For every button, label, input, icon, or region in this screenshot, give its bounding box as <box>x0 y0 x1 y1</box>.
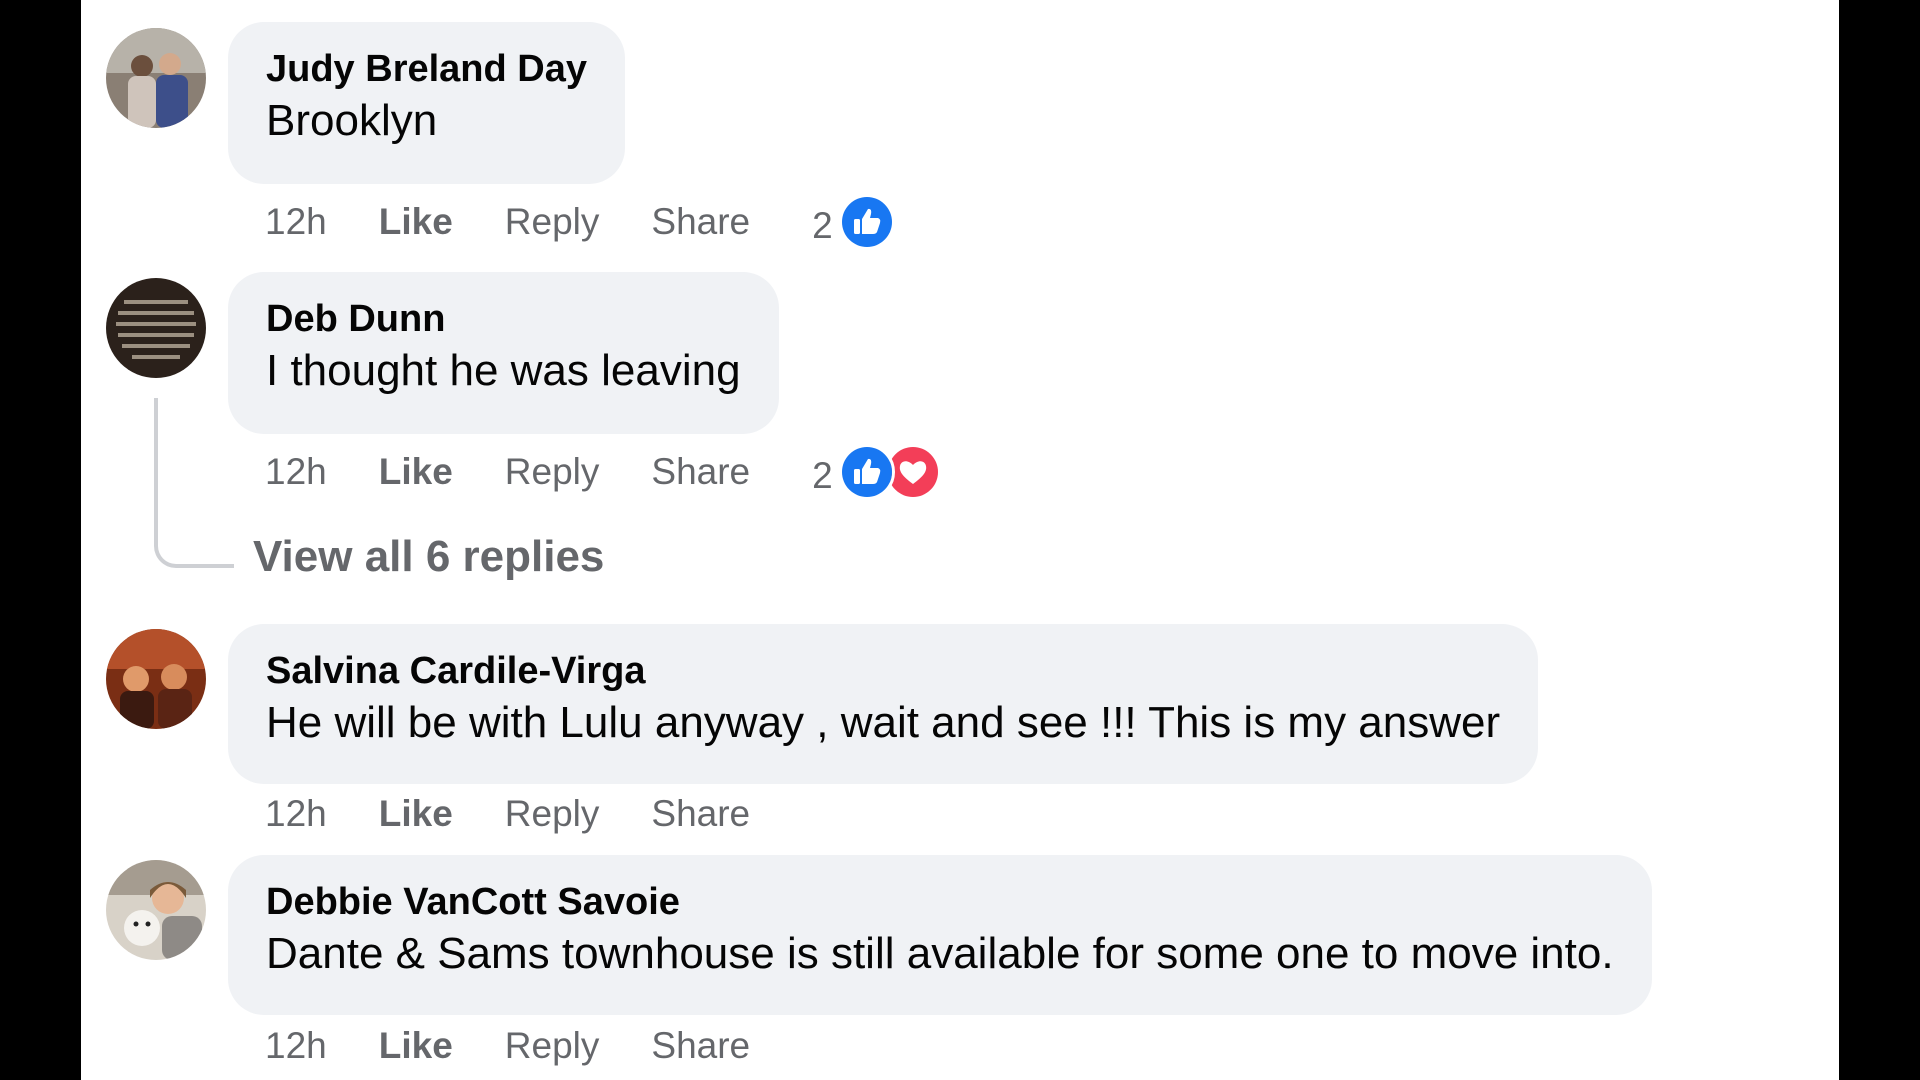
comment-timestamp[interactable]: 12h <box>265 451 327 493</box>
like-button[interactable]: Like <box>379 1025 453 1067</box>
reply-button[interactable]: Reply <box>505 201 600 243</box>
avatar[interactable] <box>106 28 206 128</box>
like-icon <box>838 194 895 250</box>
share-button[interactable]: Share <box>651 201 750 243</box>
comment-bubble: Debbie VanCott Savoie Dante & Sams townh… <box>228 855 1652 1015</box>
reply-button[interactable]: Reply <box>505 451 600 493</box>
like-button[interactable]: Like <box>379 793 453 835</box>
reaction-count: 2 <box>812 455 833 496</box>
share-button[interactable]: Share <box>651 793 750 835</box>
comment-bubble: Deb Dunn I thought he was leaving <box>228 272 779 434</box>
share-button[interactable]: Share <box>651 1025 750 1067</box>
comment-actions: 12h Like Reply Share <box>265 789 802 839</box>
share-button[interactable]: Share <box>651 451 750 493</box>
comment-bubble: Judy Breland Day Brooklyn <box>228 22 625 184</box>
like-icon <box>838 444 895 500</box>
comment-timestamp[interactable]: 12h <box>265 793 327 835</box>
comments-panel: Judy Breland Day Brooklyn 12h Like Reply… <box>81 0 1839 1080</box>
view-replies-link[interactable]: View all 6 replies <box>253 532 604 582</box>
reaction-summary[interactable]: 2 <box>812 444 941 500</box>
avatar[interactable] <box>106 860 206 960</box>
comment-actions: 12h Like Reply Share 2 <box>265 194 895 250</box>
comment-timestamp[interactable]: 12h <box>265 1025 327 1067</box>
comment-text: Dante & Sams townhouse is still availabl… <box>266 929 1614 978</box>
comment-timestamp[interactable]: 12h <box>265 201 327 243</box>
avatar[interactable] <box>106 278 206 378</box>
comment-actions: 12h Like Reply Share <box>265 1021 802 1071</box>
comment-text: Brooklyn <box>266 96 438 145</box>
comment-author[interactable]: Salvina Cardile-Virga <box>266 650 1500 692</box>
like-button[interactable]: Like <box>379 451 453 493</box>
reaction-summary[interactable]: 2 <box>812 194 895 250</box>
avatar[interactable] <box>106 629 206 729</box>
reply-button[interactable]: Reply <box>505 793 600 835</box>
comment-text: He will be with Lulu anyway , wait and s… <box>266 698 1501 747</box>
reply-thread-line <box>154 398 234 568</box>
like-button[interactable]: Like <box>379 201 453 243</box>
comment-author[interactable]: Debbie VanCott Savoie <box>266 881 1614 923</box>
comment-author[interactable]: Deb Dunn <box>266 298 741 340</box>
comment-author[interactable]: Judy Breland Day <box>266 48 587 90</box>
comment-text: I thought he was leaving <box>266 346 741 395</box>
comment-bubble: Salvina Cardile-Virga He will be with Lu… <box>228 624 1539 784</box>
reaction-count: 2 <box>812 205 833 246</box>
comment-actions: 12h Like Reply Share 2 <box>265 444 941 500</box>
reply-button[interactable]: Reply <box>505 1025 600 1067</box>
